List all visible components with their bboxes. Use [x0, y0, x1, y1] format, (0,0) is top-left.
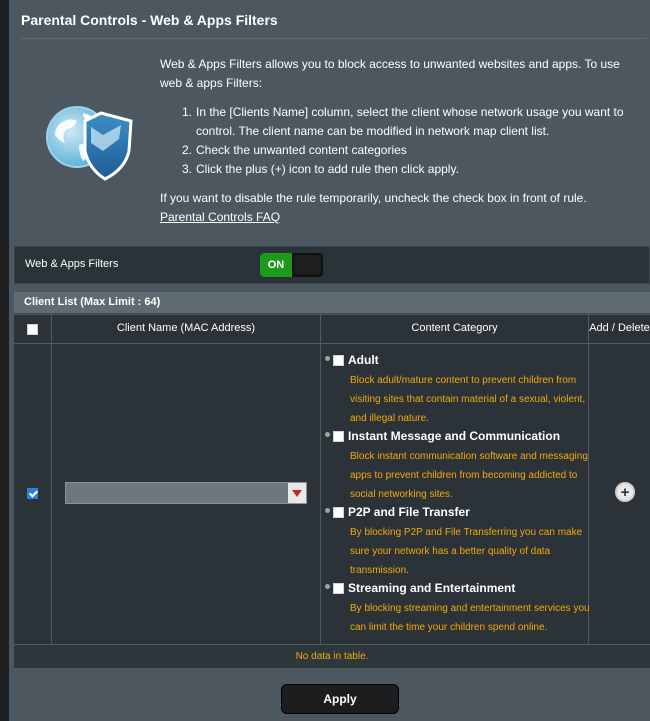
header-row-divider — [14, 343, 650, 344]
category-name: Streaming and Entertainment — [348, 581, 516, 595]
category-name: P2P and File Transfer — [348, 505, 470, 519]
bullet-icon — [325, 584, 330, 589]
chevron-down-icon — [288, 483, 306, 503]
step-number: 3. — [182, 162, 193, 176]
select-all-checkbox[interactable] — [27, 324, 38, 335]
intro-description: Web & Apps Filters allows you to block a… — [160, 57, 620, 90]
category-name: Instant Message and Communication — [348, 429, 561, 443]
step-text: In the [Clients Name] column, select the… — [196, 105, 624, 138]
bullet-icon — [325, 432, 330, 437]
category-description: Block adult/mature content to prevent ch… — [350, 375, 586, 424]
category-name: Adult — [348, 353, 379, 367]
faq-link[interactable]: Parental Controls FAQ — [160, 210, 280, 224]
category-checkbox[interactable] — [333, 430, 344, 442]
page-title: Parental Controls - Web & Apps Filters — [21, 12, 278, 28]
intro-section: Web & Apps Filters allows you to block a… — [160, 55, 640, 227]
category-checkbox[interactable] — [333, 354, 344, 366]
client-list-title: Client List (Max Limit : 64) — [14, 292, 650, 314]
filter-toggle-label: Web & Apps Filters — [25, 258, 119, 270]
step-number: 1. — [182, 105, 193, 119]
category-description: Block instant communication software and… — [350, 451, 588, 500]
filter-toggle-switch[interactable]: ON — [260, 253, 323, 277]
instruction-step: 3. Click the plus (+) icon to add rule t… — [182, 160, 640, 179]
category-p2p: P2P and File Transfer By blocking P2P an… — [325, 505, 595, 580]
add-rule-plus-icon[interactable]: + — [615, 482, 635, 502]
apply-button[interactable]: Apply — [281, 684, 399, 714]
column-divider — [320, 315, 321, 644]
filter-toggle-row: Web & Apps Filters ON — [14, 246, 650, 284]
title-divider — [21, 38, 646, 39]
bullet-icon — [325, 356, 330, 361]
row-enable-checkbox[interactable] — [27, 488, 38, 499]
category-description: By blocking streaming and entertainment … — [350, 603, 590, 633]
category-description: By blocking P2P and File Transferring yo… — [350, 527, 583, 576]
toggle-on-label: ON — [260, 253, 292, 277]
parental-controls-panel: Parental Controls - Web & Apps Filters W… — [9, 0, 650, 721]
step-text: Click the plus (+) icon to add rule then… — [196, 162, 459, 176]
empty-table-message: No data in table. — [14, 644, 650, 668]
step-text: Check the unwanted content categories — [196, 143, 407, 157]
category-streaming: Streaming and Entertainment By blocking … — [325, 581, 595, 637]
disable-note: If you want to disable the rule temporar… — [160, 191, 587, 205]
content-category-header: Content Category — [411, 322, 498, 334]
instruction-steps: 1. In the [Clients Name] column, select … — [182, 103, 640, 179]
client-list-table: Client Name (MAC Address) Content Catego… — [14, 315, 650, 667]
instruction-step: 2. Check the unwanted content categories — [182, 141, 640, 160]
client-name-select[interactable] — [65, 482, 307, 504]
add-delete-header: Add / Delete — [589, 322, 650, 334]
bullet-icon — [325, 508, 330, 513]
globe-shield-icon — [46, 106, 133, 181]
instruction-step: 1. In the [Clients Name] column, select … — [182, 103, 640, 141]
category-checkbox[interactable] — [333, 506, 344, 518]
category-instant-message: Instant Message and Communication Block … — [325, 429, 595, 504]
category-adult: Adult Block adult/mature content to prev… — [325, 353, 595, 428]
step-number: 2. — [182, 143, 193, 157]
toggle-knob — [294, 255, 321, 275]
category-checkbox[interactable] — [333, 582, 344, 594]
column-divider — [51, 315, 52, 644]
client-name-header: Client Name (MAC Address) — [116, 322, 256, 334]
